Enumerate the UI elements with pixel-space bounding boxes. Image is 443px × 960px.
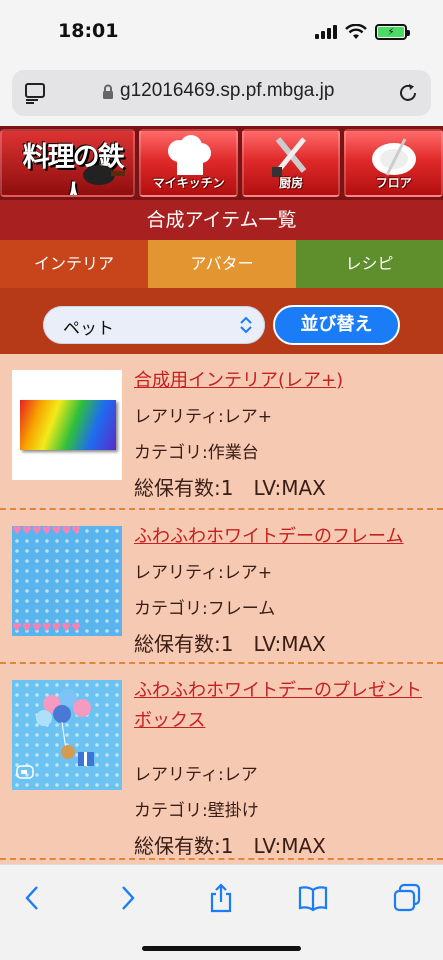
cellular-signal-icon xyxy=(315,25,337,39)
list-item: ふわふわホワイトデーのプレゼントボックス レアリティ:レア カテゴリ:壁掛け 総… xyxy=(0,664,443,860)
category-select[interactable]: ペット xyxy=(43,306,265,344)
back-icon[interactable] xyxy=(18,883,48,913)
frying-pan-icon xyxy=(83,165,126,185)
filter-bar: ペット 並び替え xyxy=(0,288,443,354)
balloon-gift-icon xyxy=(36,689,94,766)
wifi-icon xyxy=(345,24,367,39)
item-thumbnail[interactable]: ♥♥♥♥♥♥♥ ♥♥♥♥♥♥♥ xyxy=(12,526,122,636)
knife-fork-icon xyxy=(272,137,307,177)
nav-my-kitchen-button[interactable]: マイキッチン xyxy=(139,129,238,197)
browser-toolbar: g12016469.sp.pf.mbga.jp xyxy=(0,64,443,126)
nav-label: マイキッチン xyxy=(152,176,225,190)
forward-icon[interactable] xyxy=(112,883,142,913)
url-text: g12016469.sp.pf.mbga.jp xyxy=(120,80,335,101)
item-category: カテゴリ:作業台 xyxy=(134,443,259,463)
item-rarity: レアリティ:レア+ xyxy=(134,407,272,427)
tab-avatar[interactable]: アバター xyxy=(148,240,296,288)
list-item: ♥♥♥♥♥♥♥ ♥♥♥♥♥♥♥ ふわふわホワイトデーのフレーム レアリティ:レア… xyxy=(0,510,443,664)
item-category: カテゴリ:壁掛け xyxy=(134,801,259,821)
nav-floor-button[interactable]: フロア xyxy=(344,129,443,197)
nav-label: 厨房 xyxy=(279,176,304,190)
item-list: 合成用インテリア(レア+) レアリティ:レア+ カテゴリ:作業台 総保有数:1 … xyxy=(0,354,443,864)
tab-interior[interactable]: インテリア xyxy=(0,240,148,288)
item-name-link[interactable]: ふわふわホワイトデーのフレーム xyxy=(134,522,424,552)
reload-icon[interactable] xyxy=(397,82,419,104)
page-menu-icon[interactable] xyxy=(24,82,46,104)
heart-icon: ♥♥♥♥♥♥♥ xyxy=(12,621,82,634)
page-title: 合成アイテム一覧 xyxy=(0,200,443,240)
address-bar[interactable]: g12016469.sp.pf.mbga.jp xyxy=(12,70,431,116)
chevron-up-down-icon xyxy=(240,316,252,334)
game-logo-button[interactable]: 料理の鉄人 xyxy=(0,129,136,197)
item-thumbnail[interactable] xyxy=(12,370,122,480)
status-bar: 18:01 ⚡ xyxy=(0,0,443,64)
nav-label: フロア xyxy=(375,176,412,190)
item-category: カテゴリ:フレーム xyxy=(134,599,276,619)
tabs-icon[interactable] xyxy=(392,883,422,913)
share-icon[interactable] xyxy=(206,883,236,913)
status-icons: ⚡ xyxy=(315,24,410,40)
list-item: 合成用インテリア(レア+) レアリティ:レア+ カテゴリ:作業台 総保有数:1 … xyxy=(0,354,443,510)
select-value: ペット xyxy=(63,319,114,339)
bookmarks-icon[interactable] xyxy=(298,883,328,913)
nav-kitchen-button[interactable]: 厨房 xyxy=(241,129,341,197)
item-thumbnail[interactable] xyxy=(12,680,122,790)
lock-icon xyxy=(103,84,113,99)
item-name-link[interactable]: 合成用インテリア(レア+) xyxy=(134,366,424,396)
heart-icon: ♥♥♥♥♥♥♥ xyxy=(12,526,82,537)
home-indicator xyxy=(142,946,301,951)
category-tabs: インテリア アバター レシピ xyxy=(0,240,443,288)
tab-recipe[interactable]: レシピ xyxy=(296,240,443,288)
item-count-level: 総保有数:1 LV:MAX xyxy=(134,632,326,656)
item-count-level: 総保有数:1 LV:MAX xyxy=(134,476,326,500)
video-camera-icon xyxy=(16,765,34,779)
item-rarity: レアリティ:レア+ xyxy=(134,563,272,583)
status-time: 18:01 xyxy=(58,20,119,42)
game-navigation: 料理の鉄人 マイキッチン 厨房 フロア xyxy=(0,126,443,200)
sort-button[interactable]: 並び替え xyxy=(273,305,400,345)
item-name-link[interactable]: ふわふわホワイトデーのプレゼントボックス xyxy=(134,676,424,736)
item-count-level: 総保有数:1 LV:MAX xyxy=(134,834,326,858)
battery-charging-icon: ⚡ xyxy=(375,24,410,40)
plate-icon xyxy=(371,138,416,176)
item-rarity: レアリティ:レア xyxy=(134,765,258,785)
chef-hat-icon xyxy=(167,135,211,175)
